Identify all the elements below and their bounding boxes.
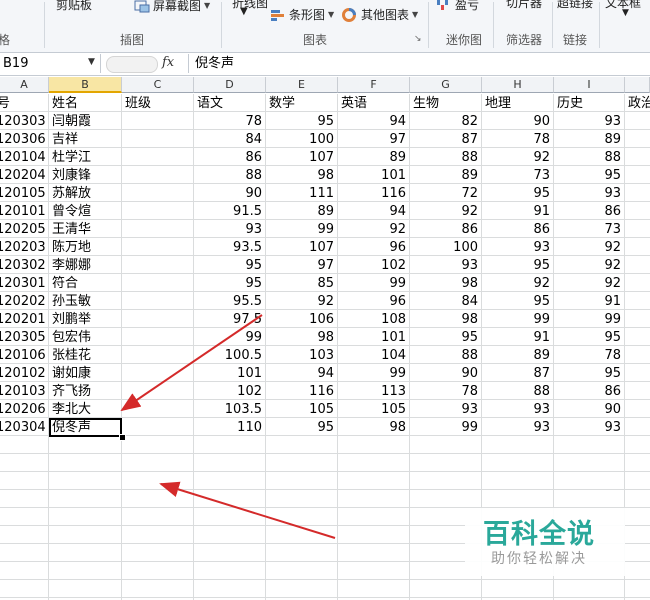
watermark-subtitle: 助你轻松解决 (491, 551, 587, 567)
arrow-to-last-name (120, 314, 263, 412)
watermark-title: 百科全说 (483, 519, 595, 550)
arrow-to-empty-area (159, 481, 336, 539)
watermark: 百科全说 助你轻松解决 (465, 508, 625, 576)
